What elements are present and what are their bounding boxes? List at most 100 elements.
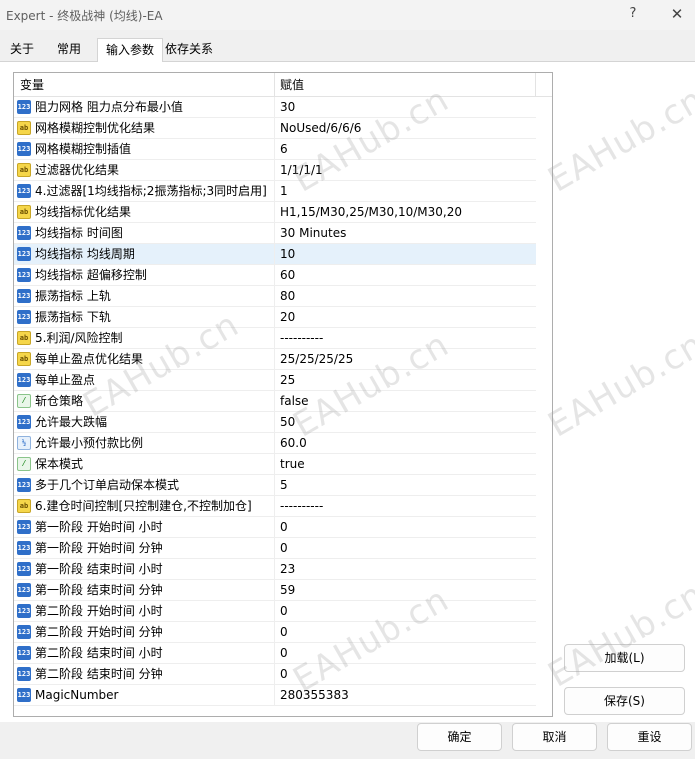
parameter-value[interactable]: 0 [280,538,288,559]
type-int-icon: 123 [17,184,31,198]
parameter-value[interactable]: 5 [280,475,288,496]
parameter-row[interactable]: 123 MagicNumber 280355383 [14,685,536,706]
parameter-row[interactable]: 123 均线指标 时间图 30 Minutes [14,223,536,244]
parameter-row[interactable]: ab 每单止盈点优化结果 25/25/25/25 [14,349,536,370]
ok-button[interactable]: 确定 [417,723,502,751]
type-int-icon: 123 [17,625,31,639]
parameter-row[interactable]: ab 过滤器优化结果 1/1/1/1 [14,160,536,181]
parameter-row[interactable]: ⁄ 斩仓策略 false [14,391,536,412]
column-divider [274,139,275,160]
column-divider [274,349,275,370]
parameter-name: 允许最小预付款比例 [35,436,144,450]
parameter-row[interactable]: ab 网格模糊控制优化结果 NoUsed/6/6/6 [14,118,536,139]
parameter-row[interactable]: 123 多于几个订单启动保本模式 5 [14,475,536,496]
parameter-value[interactable]: 6 [280,139,288,160]
tab-inputs[interactable]: 输入参数 [97,38,164,63]
parameter-row[interactable]: 123 第一阶段 开始时间 分钟 0 [14,538,536,559]
parameter-row[interactable]: ab 均线指标优化结果 H1,15/M30,25/M30,10/M30,20 [14,202,536,223]
reset-button[interactable]: 重设 [607,723,692,751]
vertical-scrollbar[interactable] [550,97,552,716]
parameter-row[interactable]: 123 阻力网格 阻力点分布最小值 30 [14,97,536,118]
tab-about[interactable]: 关于 [2,38,42,62]
parameter-value[interactable]: H1,15/M30,25/M30,10/M30,20 [280,202,462,223]
parameter-value[interactable]: 280355383 [280,685,349,706]
save-button[interactable]: 保存(S) [564,687,685,715]
column-header-value[interactable]: 赋值 [280,73,304,97]
parameter-value[interactable]: 30 Minutes [280,223,346,244]
parameter-name: 网格模糊控制插值 [35,142,132,156]
parameter-name: 均线指标 均线周期 [35,247,135,261]
parameter-name: 均线指标 时间图 [35,226,123,240]
parameter-value[interactable]: 60.0 [280,433,307,454]
parameter-value[interactable]: ---------- [280,328,323,349]
column-divider [274,433,275,454]
column-divider [274,391,275,412]
help-button[interactable]: ? [621,4,645,24]
close-icon[interactable]: ✕ [665,4,689,24]
parameter-value[interactable]: 59 [280,580,295,601]
parameter-value[interactable]: ---------- [280,496,323,517]
column-divider [274,685,275,706]
parameter-name: 阻力网格 阻力点分布最小值 [35,100,183,114]
tab-dependencies[interactable]: 依存关系 [157,38,221,62]
parameter-row[interactable]: ab 5.利润/风险控制 ---------- [14,328,536,349]
parameter-row[interactable]: 123 均线指标 超偏移控制 60 [14,265,536,286]
parameter-row[interactable]: 123 第二阶段 开始时间 小时 0 [14,601,536,622]
parameter-value[interactable]: true [280,454,305,475]
parameter-value[interactable]: 0 [280,664,288,685]
parameter-name: 6.建仓时间控制[只控制建仓,不控制加仓] [35,499,252,513]
parameter-value[interactable]: 1/1/1/1 [280,160,323,181]
parameter-name: 均线指标优化结果 [35,205,132,219]
parameter-value[interactable]: 20 [280,307,295,328]
type-int-icon: 123 [17,520,31,534]
parameter-value[interactable]: 0 [280,622,288,643]
parameter-value[interactable]: 23 [280,559,295,580]
parameter-value[interactable]: 25 [280,370,295,391]
tab-common[interactable]: 常用 [49,38,89,62]
parameter-row[interactable]: 123 第一阶段 开始时间 小时 0 [14,517,536,538]
type-int-icon: 123 [17,415,31,429]
parameter-row[interactable]: 123 均线指标 均线周期 10 [14,244,536,265]
parameter-value[interactable]: 0 [280,517,288,538]
type-int-icon: 123 [17,646,31,660]
parameter-row[interactable]: 123 振荡指标 下轨 20 [14,307,536,328]
parameter-name: 多于几个订单启动保本模式 [35,478,180,492]
load-button[interactable]: 加载(L) [564,644,685,672]
parameter-value[interactable]: 60 [280,265,295,286]
column-divider [274,328,275,349]
parameter-row[interactable]: 123 第一阶段 结束时间 分钟 59 [14,580,536,601]
column-divider [274,181,275,202]
parameter-row[interactable]: 123 第二阶段 结束时间 分钟 0 [14,664,536,685]
column-divider[interactable] [274,73,275,97]
column-divider [274,475,275,496]
parameter-value[interactable]: false [280,391,309,412]
type-int-icon: 123 [17,667,31,681]
parameter-value[interactable]: 50 [280,412,295,433]
parameter-value[interactable]: 30 [280,97,295,118]
parameter-row[interactable]: 123 第二阶段 开始时间 分钟 0 [14,622,536,643]
parameter-value[interactable]: 1 [280,181,288,202]
parameter-name: 均线指标 超偏移控制 [35,268,147,282]
parameter-value[interactable]: 80 [280,286,295,307]
parameter-value[interactable]: 25/25/25/25 [280,349,353,370]
parameter-value[interactable]: NoUsed/6/6/6 [280,118,361,139]
parameter-row[interactable]: ½ 允许最小预付款比例 60.0 [14,433,536,454]
parameter-value[interactable]: 10 [280,244,295,265]
parameter-row[interactable]: 123 第二阶段 结束时间 小时 0 [14,643,536,664]
parameter-name: 振荡指标 上轨 [35,289,111,303]
parameter-row[interactable]: 123 网格模糊控制插值 6 [14,139,536,160]
parameter-row[interactable]: 123 4.过滤器[1均线指标;2振荡指标;3同时启用] 1 [14,181,536,202]
parameter-row[interactable]: 123 每单止盈点 25 [14,370,536,391]
column-header-variable[interactable]: 变量 [20,73,44,97]
parameter-value[interactable]: 0 [280,601,288,622]
cancel-button[interactable]: 取消 [512,723,597,751]
parameter-value[interactable]: 0 [280,643,288,664]
type-int-icon: 123 [17,478,31,492]
parameter-row[interactable]: 123 允许最大跌幅 50 [14,412,536,433]
type-int-icon: 123 [17,247,31,261]
parameter-row[interactable]: 123 振荡指标 上轨 80 [14,286,536,307]
parameter-row[interactable]: 123 第一阶段 结束时间 小时 23 [14,559,536,580]
type-str-icon: ab [17,331,31,345]
parameter-row[interactable]: ⁄ 保本模式 true [14,454,536,475]
parameter-row[interactable]: ab 6.建仓时间控制[只控制建仓,不控制加仓] ---------- [14,496,536,517]
